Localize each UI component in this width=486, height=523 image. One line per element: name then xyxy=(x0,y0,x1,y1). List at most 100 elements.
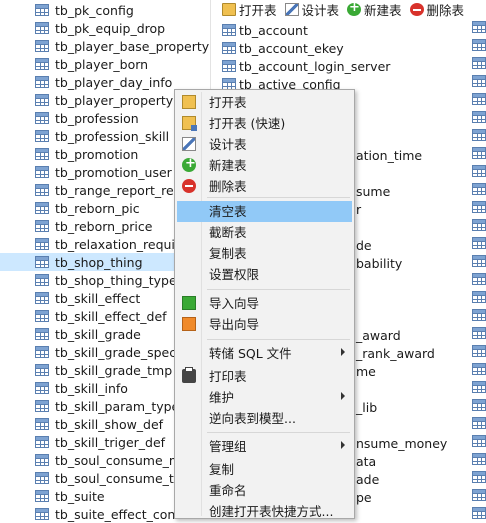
new-table-button[interactable]: 新建表 xyxy=(347,0,402,19)
table-tree-item[interactable]: tb_pk_equip_drop xyxy=(0,19,210,37)
table-icon xyxy=(222,42,236,54)
object-list-item-label[interactable]: bability xyxy=(356,255,402,273)
context-menu-item[interactable]: 设计表 xyxy=(177,134,352,155)
context-menu-item[interactable]: 清空表 xyxy=(177,201,352,222)
design-table-icon xyxy=(284,2,299,16)
object-list-item-label[interactable]: _rank_award xyxy=(356,345,435,363)
table-icon xyxy=(472,489,486,501)
object-list-item-label[interactable]: ata xyxy=(356,453,376,471)
context-menu-item[interactable]: 设置权限 xyxy=(177,264,352,285)
object-list-item[interactable]: tb_account_login_server xyxy=(222,57,390,75)
table-tree-item-label: tb_shop_thing xyxy=(55,254,143,270)
table-icon xyxy=(35,238,49,250)
context-menu-item[interactable]: 打开表 (快速) xyxy=(177,113,352,134)
delete-table-icon xyxy=(182,179,196,193)
context-menu-item[interactable]: 管理组 xyxy=(177,436,352,457)
design-table-label: 设计表 xyxy=(301,2,340,18)
table-icon xyxy=(472,471,486,483)
table-icon xyxy=(472,381,486,393)
table-tree-item-label: tb_promotion_user xyxy=(55,164,172,180)
menu-separator xyxy=(207,432,350,433)
object-list-item-label[interactable]: _lib xyxy=(356,399,377,417)
context-menu-item[interactable]: 导入向导 xyxy=(177,293,352,314)
table-icon xyxy=(35,220,49,232)
delete-table-button[interactable]: 删除表 xyxy=(409,0,465,19)
context-menu-item[interactable]: 打印表 xyxy=(177,366,352,387)
design-table-button[interactable]: 设计表 xyxy=(284,0,340,19)
context-menu-item[interactable]: 逆向表到模型... xyxy=(177,408,352,429)
table-icon xyxy=(35,346,49,358)
table-icon xyxy=(35,418,49,430)
context-menu-item-label: 复制 xyxy=(209,462,235,477)
context-menu-item-label: 新建表 xyxy=(209,158,247,173)
table-tree-item-label: tb_skill_param_type xyxy=(55,398,180,414)
table-icon xyxy=(472,453,486,465)
menu-separator xyxy=(207,339,350,340)
table-icon xyxy=(35,22,49,34)
object-list-item[interactable]: tb_account xyxy=(222,21,308,39)
table-icon xyxy=(472,21,486,33)
table-tree-item-label: tb_profession_skill xyxy=(55,128,170,144)
context-menu-item[interactable]: 维护 xyxy=(177,387,352,408)
table-tree-item-label: tb_skill_info xyxy=(55,380,128,396)
object-list-item-label[interactable]: r xyxy=(356,201,361,219)
open-folder-icon xyxy=(222,2,236,16)
table-icon xyxy=(35,328,49,340)
table-icon xyxy=(35,454,49,466)
context-menu-item[interactable]: 删除表 xyxy=(177,176,352,197)
table-icon xyxy=(472,75,486,87)
context-menu-item[interactable]: 截断表 xyxy=(177,222,352,243)
object-list-item[interactable]: tb_account_ekey xyxy=(222,39,344,57)
context-menu-item-label: 清空表 xyxy=(209,204,247,219)
context-menu-item-label: 导出向导 xyxy=(209,317,260,332)
delete-table-label: 删除表 xyxy=(426,2,465,18)
context-menu-item[interactable]: 复制 xyxy=(177,459,352,480)
table-tree-item[interactable]: tb_player_born xyxy=(0,55,210,73)
object-list-item-label[interactable]: me xyxy=(356,363,376,381)
context-menu-item[interactable]: 创建打开表快捷方式... xyxy=(177,501,352,522)
table-icon xyxy=(35,40,49,52)
context-menu-item[interactable]: 转储 SQL 文件 xyxy=(177,343,352,364)
object-list-item-label[interactable]: ation_time xyxy=(356,147,422,165)
menu-separator xyxy=(207,289,350,290)
table-icon xyxy=(35,382,49,394)
table-icon xyxy=(35,202,49,214)
object-list-item-label[interactable]: de xyxy=(356,237,372,255)
context-menu-item[interactable]: 新建表 xyxy=(177,155,352,176)
context-menu-item[interactable]: 重命名 xyxy=(177,480,352,501)
table-icon xyxy=(35,148,49,160)
table-icon xyxy=(472,507,486,519)
object-list-item-label[interactable]: sume xyxy=(356,183,390,201)
context-menu-item[interactable]: 复制表 xyxy=(177,243,352,264)
table-icon xyxy=(222,60,236,72)
table-tree-item-label: tb_suite_effect_conf xyxy=(55,506,180,522)
context-menu-item-label: 打印表 xyxy=(209,369,247,384)
table-icon xyxy=(472,327,486,339)
object-list-item-label[interactable]: pe xyxy=(356,489,372,507)
open-folder-icon xyxy=(182,95,196,109)
table-icon xyxy=(472,237,486,249)
context-menu-item-label: 创建打开表快捷方式... xyxy=(209,504,334,519)
context-menu-item[interactable]: 导出向导 xyxy=(177,314,352,335)
table-tree-item[interactable]: tb_player_base_property xyxy=(0,37,210,55)
export-wizard-icon xyxy=(182,317,196,331)
table-icon xyxy=(472,273,486,285)
object-list-item-label[interactable]: nsume_money xyxy=(356,435,447,453)
open-table-button[interactable]: 打开表 xyxy=(222,0,277,19)
table-tree-item-label: tb_reborn_price xyxy=(55,218,153,234)
table-icon xyxy=(472,309,486,321)
table-tree-item[interactable]: tb_pk_config xyxy=(0,1,210,19)
context-menu: 打开表打开表 (快速) 设计表新建表删除表清空表截断表复制表设置权限导入向导导出向… xyxy=(174,89,355,519)
object-list-item-label[interactable]: ade xyxy=(356,471,379,489)
table-icon xyxy=(35,436,49,448)
context-menu-item[interactable]: 打开表 xyxy=(177,92,352,113)
table-tree-item-label: tb_soul_consume_mo xyxy=(55,452,189,468)
add-table-icon xyxy=(347,0,362,16)
table-icon xyxy=(222,24,236,36)
submenu-arrow-icon xyxy=(341,441,345,449)
table-icon xyxy=(472,183,486,195)
context-menu-item-label: 转储 SQL 文件 xyxy=(209,346,292,361)
table-tree-item-label: tb_skill_grade_specia xyxy=(55,344,188,360)
object-list-item-label[interactable]: _award xyxy=(356,327,401,345)
context-menu-item-label: 重命名 xyxy=(209,483,247,498)
